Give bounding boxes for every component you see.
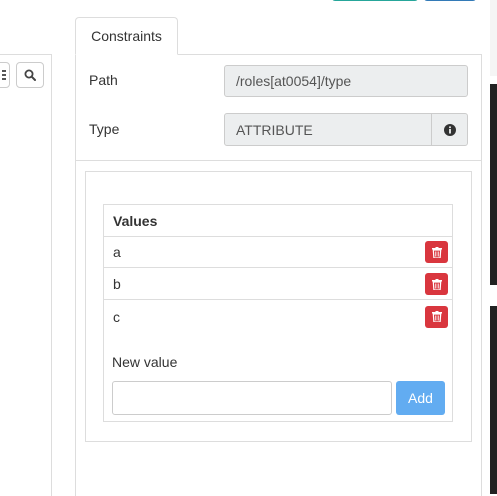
new-value-input[interactable] [112,381,392,415]
values-header: Values [104,205,452,237]
list-item: c [104,301,452,332]
path-label: Path [89,72,118,88]
trash-icon [431,278,442,290]
top-action-button-teal[interactable] [332,0,418,1]
type-value: ATTRIBUTE [236,121,313,138]
trash-icon [431,311,442,322]
info-circle-icon [443,123,456,136]
search-button[interactable] [16,62,44,88]
list-item-value: c [113,308,120,325]
new-value-label: New value [112,354,178,370]
tab-label: Constraints [91,28,162,44]
type-field: ATTRIBUTE [224,113,468,146]
list-icon [2,70,6,80]
section-divider [76,160,481,161]
type-label: Type [89,121,120,137]
trash-icon [431,246,442,258]
add-button[interactable]: Add [396,381,445,415]
list-view-button[interactable] [0,62,10,88]
delete-value-button[interactable] [425,305,448,328]
delete-value-button[interactable] [425,273,448,295]
right-edge-panel [490,0,497,76]
path-field: /roles[at0054]/type [224,65,468,97]
delete-value-button[interactable] [425,241,448,263]
right-edge-gap [490,285,497,306]
type-info-button[interactable] [431,114,467,145]
list-item-value: b [113,276,121,292]
search-icon [24,69,36,81]
tab-constraints[interactable]: Constraints [75,17,178,55]
list-item: b [104,269,452,300]
left-panel [0,54,52,496]
list-item-value: a [113,244,121,260]
top-action-button-blue[interactable] [424,0,476,1]
tab-divider [178,54,482,55]
path-value: /roles[at0054]/type [236,73,352,89]
list-item: a [104,237,452,268]
